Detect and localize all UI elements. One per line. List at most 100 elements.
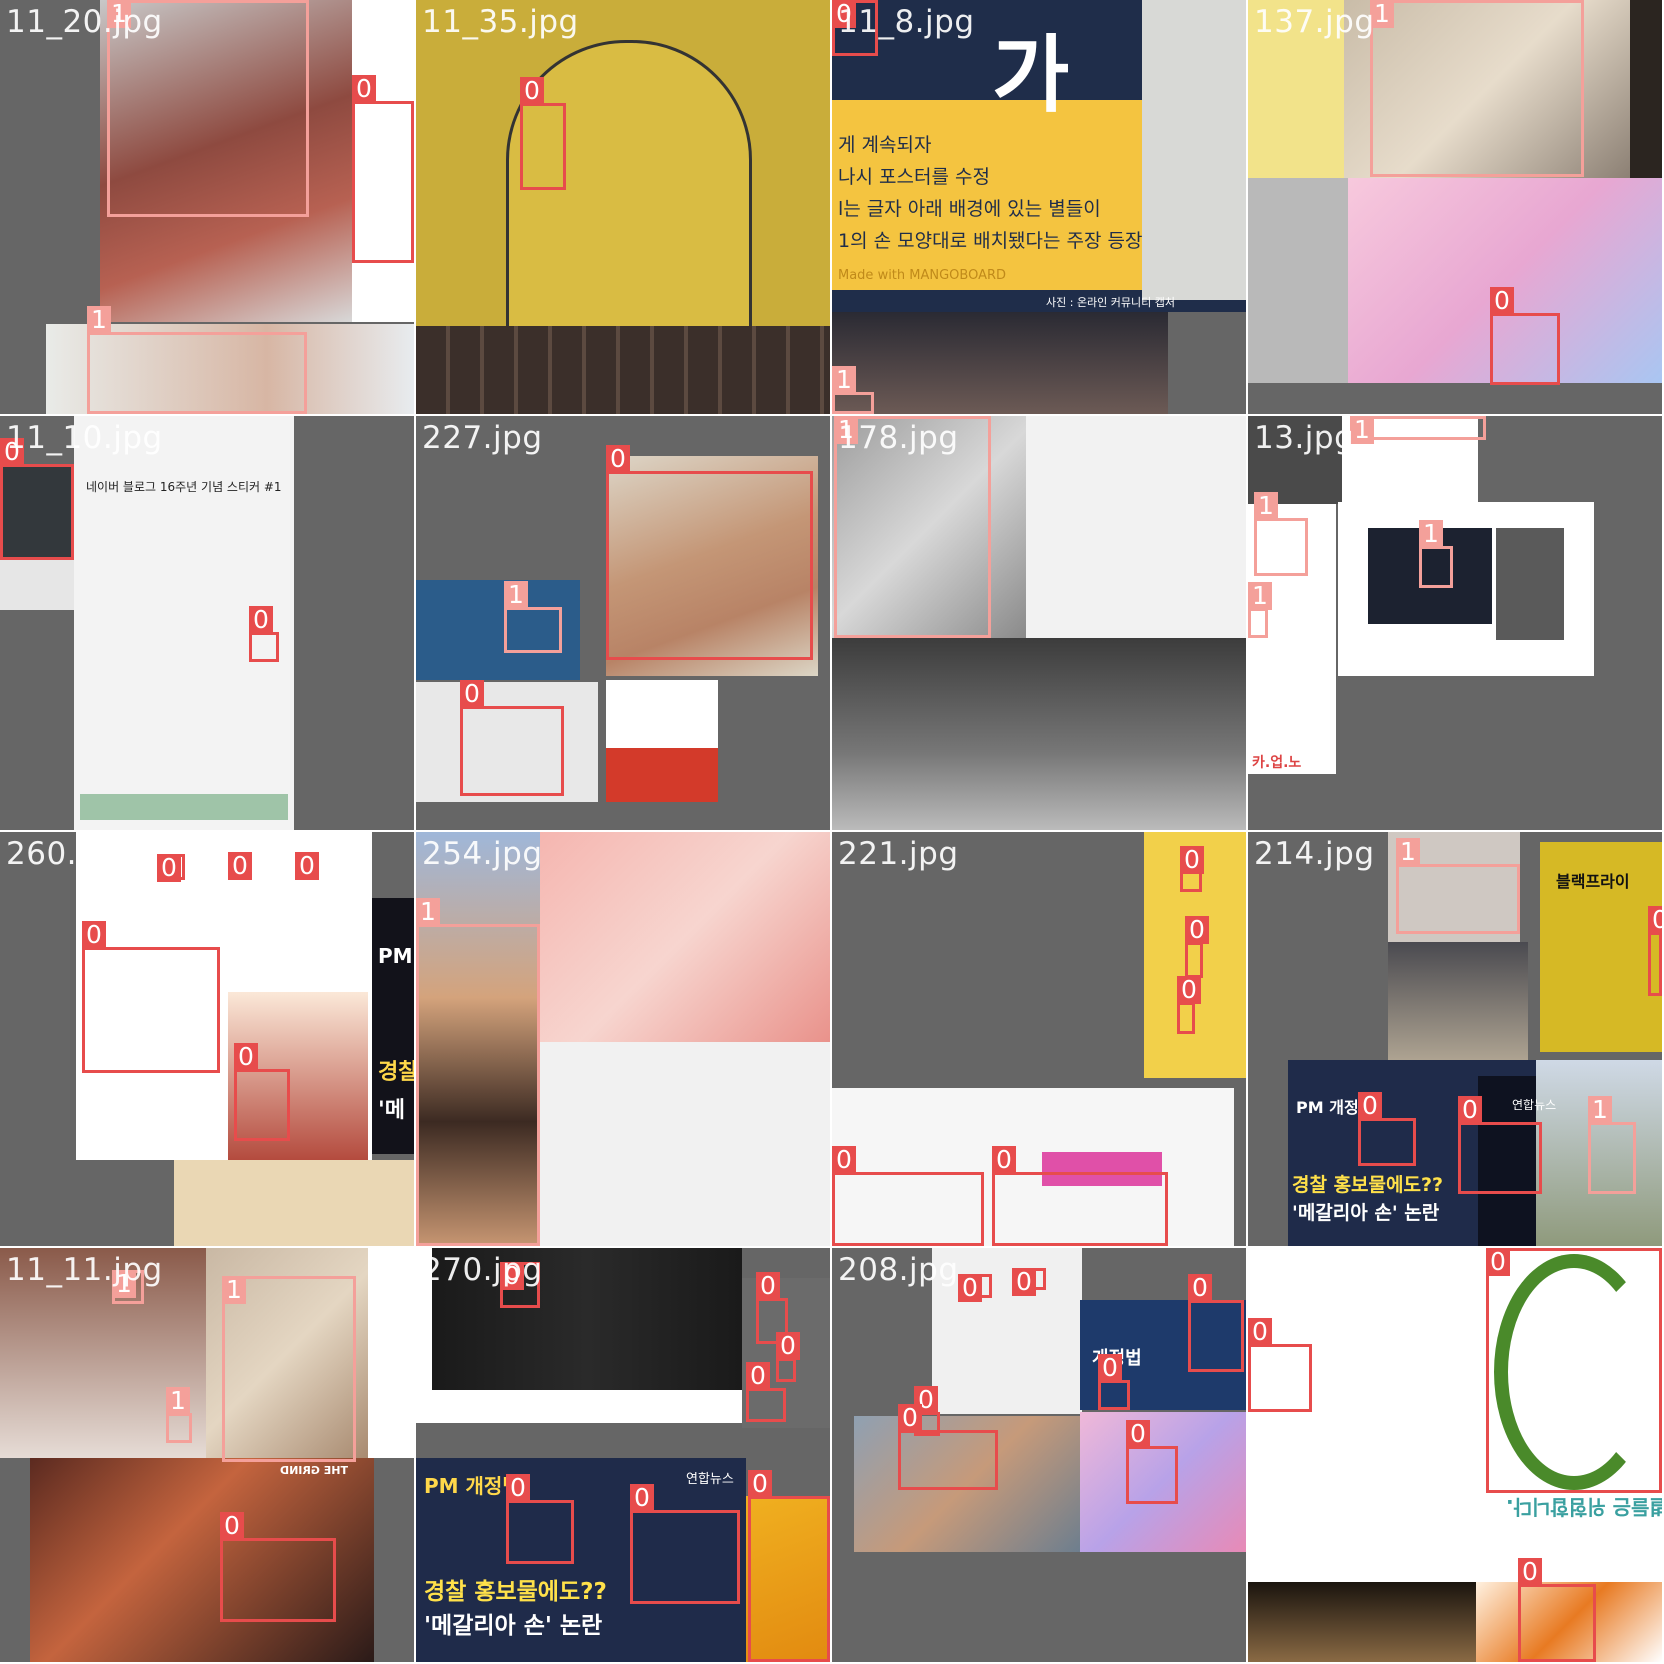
- brand-text: 블랙프라이: [1556, 872, 1630, 891]
- news-headline-3: '메갈리아 손' 논란: [424, 1613, 603, 1639]
- detection-box: 0: [1248, 1318, 1312, 1412]
- class-tag: 0: [776, 1332, 800, 1360]
- gray-band: [0, 560, 74, 610]
- tile-10: 254.jpg 1: [416, 832, 830, 1246]
- detection-box: 1: [166, 1387, 192, 1443]
- class-tag: 0: [234, 1043, 258, 1071]
- detection-box: 0: [1358, 1092, 1416, 1166]
- sticker-header: 네이버 블로그 16주년 기념 스티커 #1: [86, 480, 282, 494]
- detection-box: 0: [220, 1512, 336, 1622]
- news-text-2: 경찰: [378, 1060, 414, 1085]
- red-banner: [606, 748, 718, 802]
- tile-label: 11_35.jpg: [422, 4, 579, 40]
- photo-person: [832, 312, 1168, 414]
- detection-box: 1: [504, 581, 562, 653]
- detection-box: 0: [898, 1404, 998, 1490]
- detection-box: 1: [1350, 416, 1486, 444]
- class-tag: 0: [898, 1404, 922, 1432]
- class-tag: 0: [228, 852, 252, 880]
- tile-label: 11_20.jpg: [6, 4, 163, 40]
- blurred-ui: [540, 1042, 830, 1246]
- class-tag: 0: [506, 1474, 530, 1502]
- news-tag: 연합뉴스: [686, 1472, 734, 1487]
- detection-box: 0: [295, 852, 319, 880]
- tile-label: 13.jpg: [1254, 420, 1355, 456]
- tile-label: 208.jpg: [838, 1252, 959, 1288]
- tile-label: 178.jpg: [838, 420, 959, 456]
- class-tag: 0: [1358, 1092, 1382, 1120]
- class-tag: 0: [1180, 846, 1204, 874]
- cartoon-caption: 카.업.노: [1252, 755, 1302, 771]
- class-tag: 0: [1248, 1318, 1272, 1346]
- class-tag: 0: [1486, 1248, 1510, 1276]
- detection-box: 1: [416, 898, 540, 1246]
- tile-label: 147.jpg: [1254, 1252, 1375, 1288]
- class-tag: 1: [416, 898, 440, 926]
- tile-label: 260.jpg: [6, 836, 127, 872]
- detection-box: 0: [832, 1146, 984, 1246]
- class-tag: 0: [606, 445, 630, 473]
- detection-box: 0: [606, 445, 813, 660]
- phone-button: [80, 794, 288, 820]
- tile-4: 137.jpg 1 0: [1248, 0, 1662, 414]
- detection-box: 1: [1248, 582, 1272, 638]
- detection-box: 0: [228, 852, 252, 880]
- detection-box: 0: [748, 1470, 830, 1662]
- poster-line-3: l는 글자 아래 배경에 있는 별들이: [838, 198, 1101, 220]
- class-tag: 0: [520, 77, 544, 105]
- photo-dark: [1630, 0, 1662, 178]
- photo-fallen: [1388, 942, 1528, 1072]
- class-tag: 0: [958, 1274, 982, 1302]
- tile-label: 11_11.jpg: [6, 1252, 163, 1288]
- detection-box: 0: [234, 1043, 290, 1141]
- detection-box: 0: [1180, 846, 1204, 892]
- class-tag: 1: [1396, 838, 1420, 866]
- detection-box: 0: [1490, 287, 1560, 385]
- class-tag: 0: [352, 75, 376, 103]
- poster-big-char: 가: [992, 26, 1070, 124]
- tile-6: 227.jpg 0 1 0: [416, 416, 830, 830]
- detection-box: 0: [1518, 1558, 1596, 1662]
- tile-13: THE GRIND 11_11.jpg 1110: [0, 1248, 414, 1662]
- detection-box: 1: [1419, 520, 1453, 588]
- detection-box: 0: [352, 75, 414, 263]
- class-tag: 0: [746, 1362, 770, 1390]
- detection-box: 0: [1098, 1354, 1130, 1410]
- detection-box: 1: [1254, 492, 1308, 576]
- class-tag: 0: [1126, 1420, 1150, 1448]
- detection-box: 1: [222, 1276, 356, 1462]
- mosaic-grid: 11_20.jpg 1 0 1 11_35.jpg 0 가 게 계속되자 나시 포스…: [0, 0, 1664, 1664]
- tile-label: 270.jpg: [422, 1252, 543, 1288]
- class-tag: 0: [460, 680, 484, 708]
- poster-line-4: 1의 손 모양대로 배치됐다는 주장 등장: [838, 230, 1143, 252]
- detection-box: 0: [0, 438, 74, 560]
- class-tag: 0: [82, 921, 106, 949]
- poster-line-1: 게 계속되자: [838, 134, 932, 156]
- dark-photo-bottom: [1248, 1582, 1476, 1662]
- class-tag: 0: [1098, 1354, 1122, 1382]
- brand-text: THE GRIND: [280, 1464, 348, 1477]
- photo-two-men: [832, 638, 1246, 830]
- class-tag: 1: [1419, 520, 1443, 548]
- class-tag: 0: [1458, 1096, 1482, 1124]
- photo-room: [1248, 178, 1348, 383]
- photo-side: [1142, 0, 1246, 300]
- class-tag: 0: [630, 1484, 654, 1512]
- detection-box: 1: [87, 306, 307, 414]
- detection-box: 0: [958, 1274, 992, 1302]
- tile-7: 178.jpg 1: [832, 416, 1246, 830]
- detection-box: 0: [746, 1362, 786, 1422]
- detection-box: 0: [249, 606, 279, 662]
- news-tag: 연합뉴스: [1512, 1098, 1557, 1112]
- class-tag: 0: [832, 1146, 856, 1174]
- detection-box: 0: [1012, 1268, 1046, 1296]
- detection-box: 0: [1185, 916, 1209, 978]
- detection-box: 0: [1648, 906, 1662, 996]
- class-tag: 1: [1588, 1096, 1612, 1124]
- tile-label: 137.jpg: [1254, 4, 1375, 40]
- news-text-3: '메: [378, 1098, 405, 1123]
- detection-box: 0: [1486, 1248, 1662, 1493]
- news-headline-3: '메갈리아 손' 논란: [1292, 1202, 1440, 1224]
- class-tag: 0: [157, 854, 181, 882]
- tile-2: 11_35.jpg 0: [416, 0, 830, 414]
